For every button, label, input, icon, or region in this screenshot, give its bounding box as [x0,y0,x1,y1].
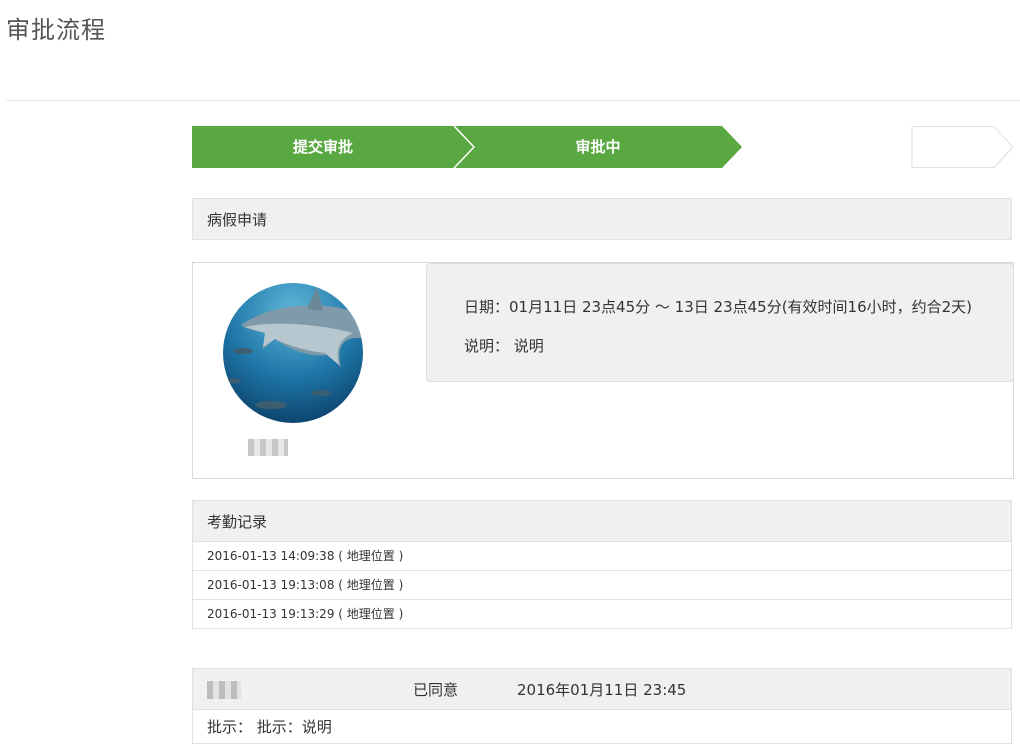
approval-status: 已同意 [413,681,459,699]
leave-info-box: 日期：01月11日 23点45分 ～ 13日 23点45分(有效时间16小时，约… [426,263,1014,382]
step-1-label: 提交审批 [292,138,353,156]
note-value: 说明 [513,337,544,355]
request-detail-card: 日期：01月11日 23点45分 ～ 13日 23点45分(有效时间16小时，约… [192,262,1014,479]
date-value: 01月11日 23点45分 ～ 13日 23点45分(有效时间16小时，约合2天… [509,298,973,316]
request-type-title: 病假申请 [207,211,268,229]
attendance-title: 考勤记录 [207,513,268,531]
step-pending-shape [911,126,1014,168]
attendance-records: 2016-01-13 14:09:38 ( 地理位置 ) 2016-01-13 … [192,542,1012,629]
date-line: 日期：01月11日 23点45分 ～ 13日 23点45分(有效时间16小时，约… [464,296,972,317]
approval-header: 已同意 2016年01月11日 23:45 [192,668,1012,710]
attendance-record: 2016-01-13 19:13:29 ( 地理位置 ) [193,600,1011,629]
progress-steps: 提交审批 审批中 [192,126,1014,168]
approver-name-blurred [207,681,241,699]
note-label: 说明： [464,337,510,355]
step-2-label: 审批中 [575,138,621,156]
attendance-record: 2016-01-13 14:09:38 ( 地理位置 ) [193,542,1011,571]
comment-label: 批示： [207,718,253,736]
approval-time: 2016年01月11日 23:45 [517,681,687,699]
shark-avatar-image [223,283,363,423]
applicant-name-blurred [248,439,288,456]
attendance-record: 2016-01-13 19:13:08 ( 地理位置 ) [193,571,1011,600]
attendance-header: 考勤记录 [192,500,1012,542]
request-type-header: 病假申请 [192,198,1012,240]
approval-comment: 批示： 批示：说明 [192,710,1012,744]
note-line: 说明： 说明 [464,335,544,356]
header-divider [6,100,1020,101]
page-title: 审批流程 [6,16,106,44]
date-label: 日期： [464,298,510,316]
comment-value: 批示：说明 [256,718,332,736]
avatar [223,283,363,423]
